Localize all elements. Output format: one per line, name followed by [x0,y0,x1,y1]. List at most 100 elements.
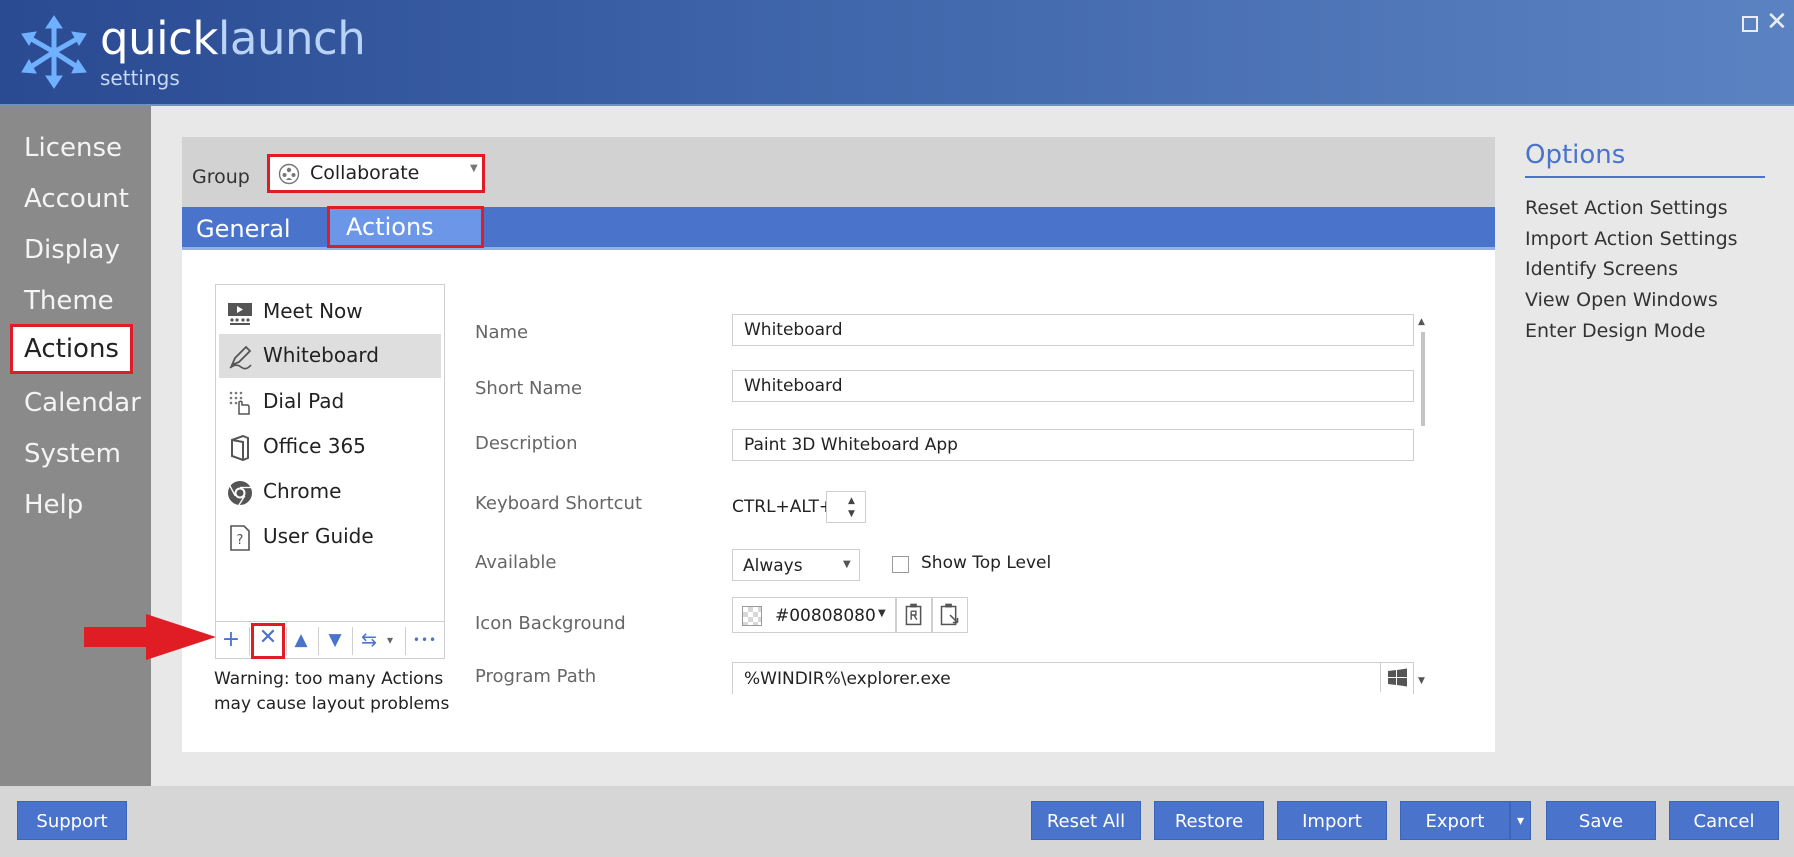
chevron-down-icon: ▼ [843,559,851,570]
available-select[interactable]: Always ▼ [732,549,860,581]
group-label: Group [192,166,250,188]
keyboard-shortcut-stepper[interactable]: ▲ ▼ [826,491,866,523]
reset-all-button[interactable]: Reset All [1031,801,1141,840]
settings-window: quicklaunch settings ✕ License Account D… [0,0,1794,857]
icon-background-label: Icon Background [475,613,626,634]
action-list[interactable]: Meet Now Whiteboard Dial Pad Office 365 … [215,284,445,659]
program-path-label: Program Path [475,666,597,687]
tab-general[interactable]: General [196,214,291,244]
add-icon[interactable]: + [216,625,246,655]
scroll-up-icon[interactable]: ▲ [1418,317,1425,327]
people-group-icon [278,163,300,185]
remove-icon[interactable]: ✕ [251,623,285,659]
swap-icon[interactable]: ⇆ [354,625,384,655]
group-value: Collaborate [310,162,420,184]
move-down-icon[interactable]: ▼ [320,625,350,655]
short-name-label: Short Name [475,378,583,399]
red-arrow-icon [84,614,216,660]
sidebar-item-help[interactable]: Help [24,488,83,522]
list-item-office-365[interactable]: Office 365 [219,425,441,469]
show-top-level-checkbox[interactable] [892,556,909,573]
windows-icon [1388,668,1407,687]
list-item-meet-now[interactable]: Meet Now [219,290,441,334]
options-title: Options [1525,140,1626,170]
list-item-label: Chrome [263,479,342,503]
toolbar-divider [249,627,250,655]
name-label: Name [475,322,529,343]
save-button[interactable]: Save [1546,801,1656,840]
chevron-down-icon: ▼ [878,608,886,619]
list-item-chrome[interactable]: Chrome [219,470,441,514]
sidebar-item-calendar[interactable]: Calendar [24,386,141,420]
name-input[interactable]: Whiteboard [732,314,1414,346]
group-select[interactable]: Collaborate ▼ [267,154,485,193]
tab-actions[interactable]: Actions [327,206,484,248]
keyboard-shortcut-prefix: CTRL+ALT+ [732,497,834,517]
list-item-label: Office 365 [263,434,366,458]
sidebar-item-display[interactable]: Display [24,233,120,267]
form-scrollbar[interactable] [1421,332,1425,426]
pen-icon [229,345,252,370]
sidebar-item-license[interactable]: License [24,131,122,165]
export-button[interactable]: Export [1400,801,1510,840]
chrome-icon [228,481,252,506]
description-label: Description [475,433,578,454]
tab-label: Actions [346,213,434,241]
list-item-whiteboard[interactable]: Whiteboard [219,334,441,378]
maximize-icon[interactable] [1742,16,1758,32]
title-bar: quicklaunch settings ✕ [0,0,1794,106]
quicklaunch-logo-icon [21,15,87,89]
swap-dropdown-icon[interactable]: ▾ [382,625,398,655]
identify-screens-link[interactable]: Identify Screens [1525,258,1678,280]
keyboard-shortcut-label: Keyboard Shortcut [475,493,643,514]
reset-action-settings-link[interactable]: Reset Action Settings [1525,197,1728,219]
restore-button[interactable]: Restore [1154,801,1264,840]
icon-background-value: #00808080 [775,606,876,626]
stepper-up-icon[interactable]: ▲ [848,496,855,506]
svg-text:?: ? [237,533,244,548]
office-icon [231,435,249,461]
toolbar-divider [318,627,319,655]
brand-name: quicklaunch [100,12,366,65]
enter-design-mode-link[interactable]: Enter Design Mode [1525,320,1705,342]
list-item-label: User Guide [263,524,374,548]
clipboard-copy-icon [905,603,922,626]
sidebar-item-account[interactable]: Account [24,182,129,216]
sidebar-item-theme[interactable]: Theme [24,284,114,318]
import-action-settings-link[interactable]: Import Action Settings [1525,228,1738,250]
support-button[interactable]: Support [17,801,127,840]
short-name-input[interactable]: Whiteboard [732,370,1414,402]
meeting-board-icon [228,303,252,325]
import-button[interactable]: Import [1277,801,1387,840]
browse-program-button[interactable] [1380,663,1413,692]
more-icon[interactable]: ••• [410,625,440,655]
toolbar-divider [405,627,406,655]
paste-color-button[interactable] [932,597,968,633]
list-item-dial-pad[interactable]: Dial Pad [219,380,441,424]
sidebar-item-label: Actions [24,334,119,364]
view-open-windows-link[interactable]: View Open Windows [1525,289,1718,311]
cancel-button[interactable]: Cancel [1669,801,1779,840]
sidebar-item-system[interactable]: System [24,437,121,471]
icon-background-select[interactable]: #00808080 ▼ [732,597,896,633]
question-doc-icon: ? [230,525,250,551]
show-top-level-label: Show Top Level [921,553,1052,573]
sidebar-item-actions[interactable]: Actions [10,324,133,374]
options-divider [1525,176,1765,178]
copy-color-button[interactable] [896,597,932,633]
list-item-user-guide[interactable]: ? User Guide [219,515,441,559]
warning-text: Warning: too many Actions may cause layo… [214,669,450,714]
brand-subtitle: settings [100,66,180,90]
stepper-down-icon[interactable]: ▼ [848,509,855,519]
export-dropdown-button[interactable]: ▾ [1510,801,1531,840]
color-swatch [742,606,762,626]
move-up-icon[interactable]: ▲ [286,625,316,655]
available-label: Available [475,552,557,573]
list-item-label: Dial Pad [263,389,345,413]
dialpad-icon [229,391,250,415]
scroll-down-icon[interactable]: ▼ [1418,676,1425,686]
chevron-down-icon: ▼ [470,163,478,174]
program-path-input[interactable]: %WINDIR%\explorer.exe [732,662,1414,694]
close-icon[interactable]: ✕ [1766,8,1788,36]
description-input[interactable]: Paint 3D Whiteboard App [732,429,1414,461]
